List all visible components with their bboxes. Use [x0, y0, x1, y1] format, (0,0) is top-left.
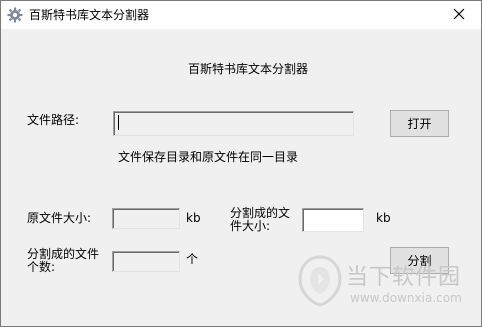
split-size-unit: kb — [376, 211, 391, 225]
open-button[interactable]: 打开 — [390, 110, 449, 137]
watermark: 当下软件园 www.downxia.com — [298, 255, 478, 315]
close-icon — [453, 8, 465, 23]
gear-icon — [7, 7, 23, 23]
file-path-label: 文件路径: — [27, 113, 80, 127]
watermark-logo-icon — [298, 255, 342, 307]
text-caret — [118, 115, 119, 130]
watermark-brand: 当下软件园 — [346, 265, 462, 290]
split-count-field[interactable] — [112, 251, 180, 272]
split-count-label-line2: 个数: — [27, 260, 56, 274]
original-size-unit: kb — [186, 211, 201, 225]
watermark-url: www.downxia.com — [350, 291, 462, 305]
split-size-input[interactable] — [302, 208, 364, 232]
window-title: 百斯特书库文本分割器 — [29, 8, 150, 22]
title-bar[interactable]: 百斯特书库文本分割器 — [1, 1, 481, 29]
page-title: 百斯特书库文本分割器 — [188, 62, 309, 76]
close-button[interactable] — [437, 1, 481, 29]
split-count-label-line1: 分割成的文件 — [27, 247, 100, 261]
split-count-unit: 个 — [186, 252, 199, 266]
original-size-label: 原文件大小: — [27, 211, 92, 225]
save-note: 文件保存目录和原文件在同一目录 — [118, 150, 299, 164]
original-size-field[interactable] — [112, 208, 180, 229]
split-size-label-line1: 分割成的文 — [230, 206, 291, 220]
app-window: 百斯特书库文本分割器 百斯特书库文本分割器 文件路径: 打开 文件保存目录和原文… — [0, 0, 482, 327]
file-path-input[interactable] — [113, 111, 354, 136]
split-size-label-line2: 件大小: — [230, 219, 271, 233]
